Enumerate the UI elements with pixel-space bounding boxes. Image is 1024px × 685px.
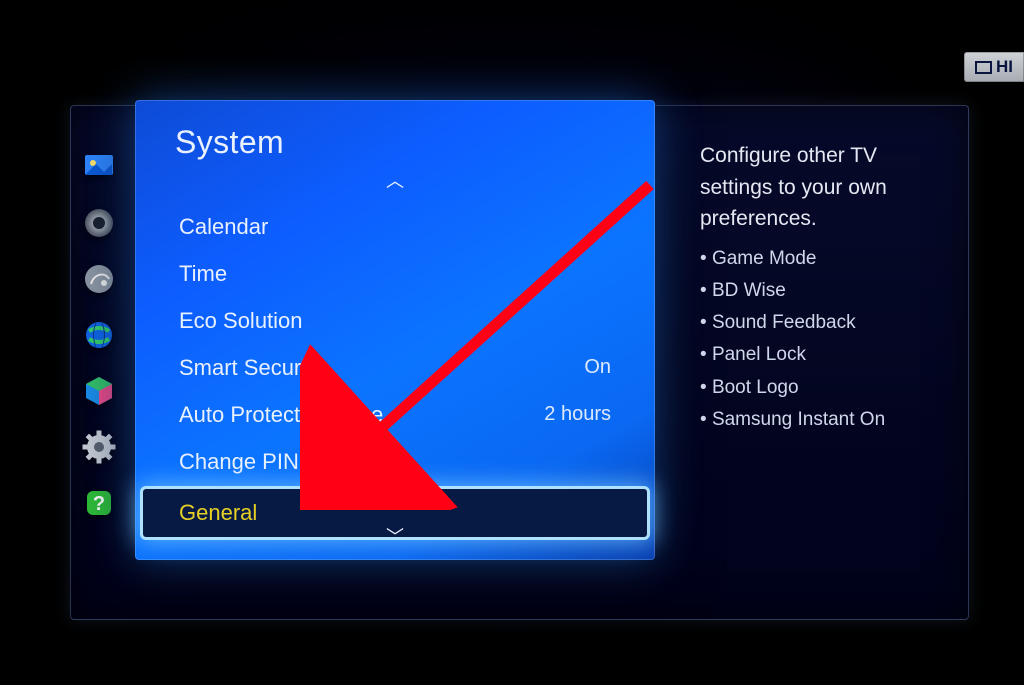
category-rail: ? bbox=[82, 150, 116, 520]
svg-text:?: ? bbox=[93, 493, 105, 515]
badge-text: HI bbox=[996, 57, 1013, 77]
menu-item-value: On bbox=[584, 356, 611, 379]
description-bullets: Game ModeBD WiseSound FeedbackPanel Lock… bbox=[700, 243, 944, 437]
description-panel: Configure other TV settings to your own … bbox=[700, 140, 944, 436]
tv-screen: HI ? System ︿ Calendar Time Eco Solution Sm… bbox=[0, 0, 1024, 685]
menu-item-label: Auto Protection Time bbox=[179, 402, 383, 428]
menu-item-label: General bbox=[179, 500, 257, 526]
menu-item-label: Eco Solution bbox=[179, 308, 303, 334]
menu-item-change-pin[interactable]: Change PIN bbox=[135, 438, 655, 485]
menu-title: System bbox=[175, 124, 284, 161]
sound-icon[interactable] bbox=[82, 206, 116, 240]
support-icon[interactable]: ? bbox=[82, 486, 116, 520]
menu-item-label: Calendar bbox=[179, 214, 268, 240]
scroll-down-icon[interactable]: ﹀ bbox=[386, 528, 404, 546]
description-bullet: Boot Logo bbox=[700, 372, 944, 404]
menu-item-label: Time bbox=[179, 261, 227, 287]
menu-item-calendar[interactable]: Calendar bbox=[135, 203, 655, 250]
description-text: Configure other TV settings to your own … bbox=[700, 140, 944, 235]
input-badge: HI bbox=[964, 52, 1024, 82]
description-bullet: Samsung Instant On bbox=[700, 404, 944, 436]
system-icon[interactable] bbox=[82, 430, 116, 464]
description-bullet: BD Wise bbox=[700, 275, 944, 307]
menu-item-value: 2 hours bbox=[544, 403, 611, 426]
smarthub-icon[interactable] bbox=[82, 374, 116, 408]
scroll-up-icon[interactable]: ︿ bbox=[386, 172, 404, 190]
channel-icon[interactable] bbox=[82, 262, 116, 296]
menu-item-eco-solution[interactable]: Eco Solution bbox=[135, 297, 655, 344]
network-icon[interactable] bbox=[82, 318, 116, 352]
menu-item-auto-protection-time[interactable]: Auto Protection Time 2 hours bbox=[135, 391, 655, 438]
menu-item-label: Smart Security bbox=[179, 355, 323, 381]
system-menu: System ︿ Calendar Time Eco Solution Smart S… bbox=[135, 100, 655, 560]
menu-item-time[interactable]: Time bbox=[135, 250, 655, 297]
picture-icon[interactable] bbox=[82, 150, 116, 184]
description-bullet: Sound Feedback bbox=[700, 307, 944, 339]
menu-items: Calendar Time Eco Solution Smart Security On… bbox=[135, 203, 655, 541]
menu-item-label: Change PIN bbox=[179, 449, 299, 475]
description-bullet: Panel Lock bbox=[700, 339, 944, 371]
badge-icon bbox=[975, 61, 992, 74]
menu-item-smart-security[interactable]: Smart Security On bbox=[135, 344, 655, 391]
description-bullet: Game Mode bbox=[700, 243, 944, 275]
